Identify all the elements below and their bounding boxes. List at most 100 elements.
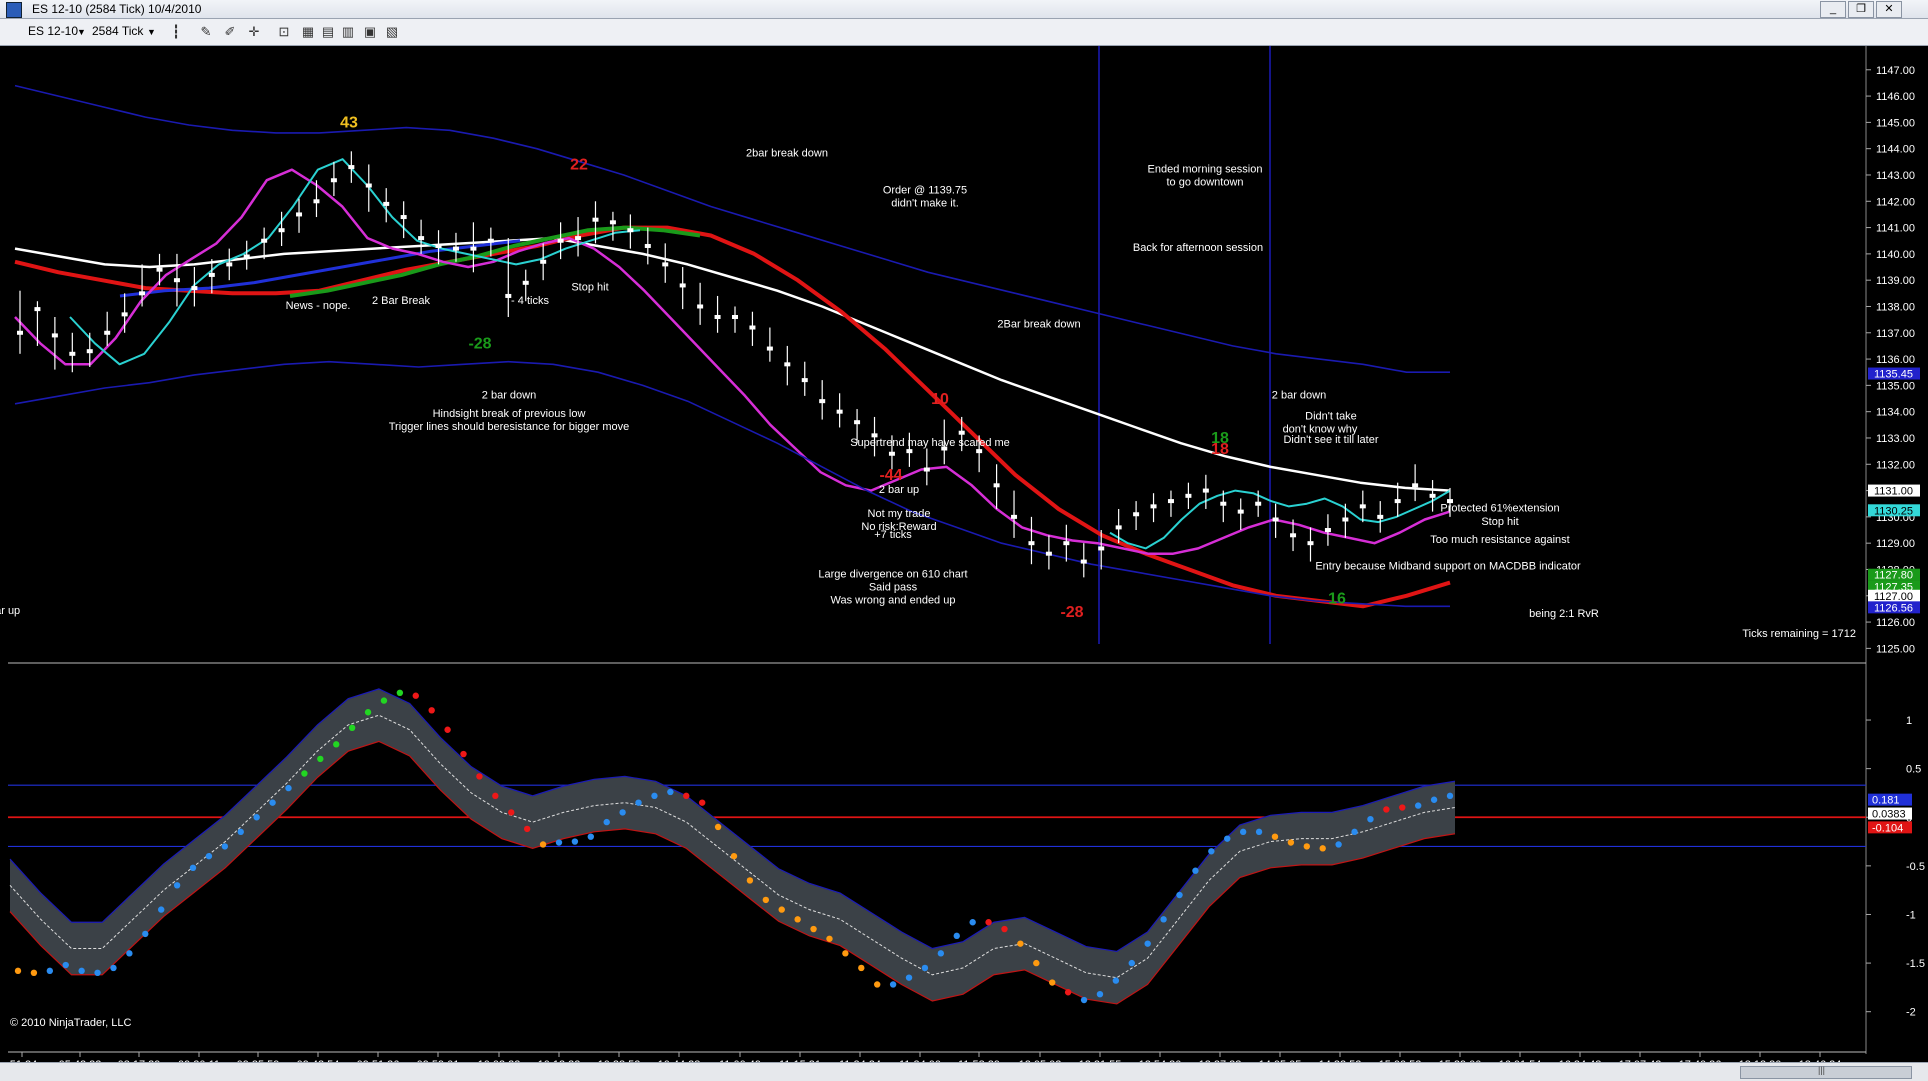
price-bar-close xyxy=(261,238,268,243)
macd-dot xyxy=(126,950,133,957)
chart-annotation: Stop hit xyxy=(571,282,608,294)
price-marker-label: 1135.45 xyxy=(1874,369,1913,381)
price-axis-label: 1136.00 xyxy=(1876,354,1915,366)
macd-dot xyxy=(173,882,181,889)
macd-dot xyxy=(269,799,276,806)
macd-dot xyxy=(985,919,992,926)
price-bar-close xyxy=(1133,512,1140,517)
minimize-button[interactable]: _ xyxy=(1820,1,1846,18)
macd-dot xyxy=(158,906,165,913)
price-bar-close xyxy=(627,228,634,233)
macd-dot xyxy=(14,967,22,975)
macd-dot xyxy=(1239,828,1247,836)
price-bar-close xyxy=(766,346,773,351)
macd-dot xyxy=(826,935,833,942)
price-bar-close xyxy=(86,349,93,354)
price-bar-close xyxy=(69,351,76,356)
zoom-icon[interactable]: ⊡ xyxy=(276,24,292,40)
price-bar-close xyxy=(976,449,983,454)
chart-trader-icon[interactable]: ▦ xyxy=(300,24,316,40)
macd-dot xyxy=(476,773,483,780)
pointer-icon[interactable]: ✐ xyxy=(222,24,238,40)
strategies-icon[interactable]: ▥ xyxy=(340,24,356,40)
macd-dot xyxy=(1033,959,1040,967)
chart-annotation: 2 bar up xyxy=(879,484,919,496)
price-axis-label: 1144.00 xyxy=(1876,144,1915,156)
restore-button[interactable]: ❐ xyxy=(1848,1,1874,18)
price-bar-close xyxy=(1150,504,1157,509)
price-marker-label: 1130.25 xyxy=(1874,505,1913,517)
horizontal-scrollbar[interactable]: ||| xyxy=(0,1062,1928,1081)
indicator-axis-label: -0.5 xyxy=(1906,861,1925,873)
chart-annotation: -28 xyxy=(468,336,491,353)
macd-dot xyxy=(683,792,690,800)
macd-dot xyxy=(651,792,658,800)
macd-dot xyxy=(110,964,117,972)
macd-dot xyxy=(1271,833,1279,840)
price-bar-close xyxy=(906,449,913,454)
price-bar-close xyxy=(1063,541,1070,546)
macd-dot xyxy=(1351,828,1358,836)
period-selector[interactable]: 2584 Tick xyxy=(92,24,143,38)
macd-dot xyxy=(460,750,467,758)
properties-icon[interactable]: ▧ xyxy=(384,24,400,40)
instrument-selector[interactable]: ES 12-10 xyxy=(28,24,78,38)
price-axis-label: 1141.00 xyxy=(1876,223,1915,235)
data-box-icon[interactable]: ▣ xyxy=(362,24,378,40)
period-dropdown-icon[interactable]: ▼ xyxy=(147,27,156,37)
price-bar-close xyxy=(208,272,215,277)
price-axis-label: 1142.00 xyxy=(1876,196,1915,208)
price-bar-close xyxy=(348,165,355,170)
price-bar-close xyxy=(592,217,599,222)
chart-annotation: Protected 61%extension xyxy=(1440,503,1559,515)
macd-dot xyxy=(30,969,38,977)
macd-dot xyxy=(1128,959,1135,967)
price-bar-close xyxy=(609,220,616,225)
price-bar-close xyxy=(1255,501,1262,506)
close-button[interactable]: ✕ xyxy=(1876,1,1902,18)
price-bar-close xyxy=(226,262,233,267)
chart-annotation: 16 xyxy=(1328,591,1346,608)
price-bar-close xyxy=(679,283,686,288)
price-axis-label: 1135.00 xyxy=(1876,380,1915,392)
chart-area[interactable]: 1147.00 1146.00 1145.00 1144.00 1143.00 1142.… xyxy=(0,46,1928,1066)
price-bar-close xyxy=(435,243,442,248)
macd-dot xyxy=(714,823,722,831)
price-bar-close xyxy=(1167,499,1174,504)
indicators-icon[interactable]: ▤ xyxy=(320,24,336,40)
indicator-axis-label: 0.5 xyxy=(1906,764,1921,776)
macd-dot xyxy=(1144,940,1151,947)
macd-dot xyxy=(953,932,960,940)
macd-dot xyxy=(539,841,547,848)
price-axis-label: 1138.00 xyxy=(1876,301,1915,313)
macd-dot xyxy=(508,809,515,816)
indicator-axis-label: -1.5 xyxy=(1906,958,1925,970)
macd-dot xyxy=(1192,867,1199,874)
drawing-tools-icon[interactable]: ✎ xyxy=(198,24,214,40)
price-bar-close xyxy=(452,246,459,251)
bar-type-icon[interactable]: ┇ xyxy=(168,24,184,40)
macd-dot xyxy=(1017,940,1024,947)
chart-annotation: +7 ticks xyxy=(874,529,912,541)
chart-annotation: 2 bar down xyxy=(1272,390,1326,402)
price-bar-close xyxy=(365,183,372,188)
chart-annotation: Hindsight break of previous low xyxy=(433,408,586,420)
price-bar-close xyxy=(121,312,128,317)
price-bar-close xyxy=(51,333,58,338)
price-axis-label: 1146.00 xyxy=(1876,91,1915,103)
macd-dot xyxy=(937,950,945,957)
macd-dot xyxy=(1414,802,1422,809)
indicator-value-label: 0.0383 xyxy=(1872,809,1906,821)
price-bar-close xyxy=(749,325,756,330)
price-bar-close xyxy=(958,430,965,435)
macd-dot xyxy=(1303,843,1311,850)
copyright-text: © 2010 NinjaTrader, LLC xyxy=(10,1017,131,1029)
macd-dot xyxy=(301,770,308,777)
instrument-dropdown-icon[interactable]: ▼ xyxy=(77,27,86,37)
macd-dot xyxy=(1176,891,1183,899)
price-axis-label: 1137.00 xyxy=(1876,328,1915,340)
crosshair-icon[interactable]: ✛ xyxy=(246,24,262,40)
price-bar-close xyxy=(714,314,721,319)
scrollbar-thumb[interactable] xyxy=(1740,1066,1912,1079)
chart-annotation: - 4 ticks xyxy=(511,295,549,307)
